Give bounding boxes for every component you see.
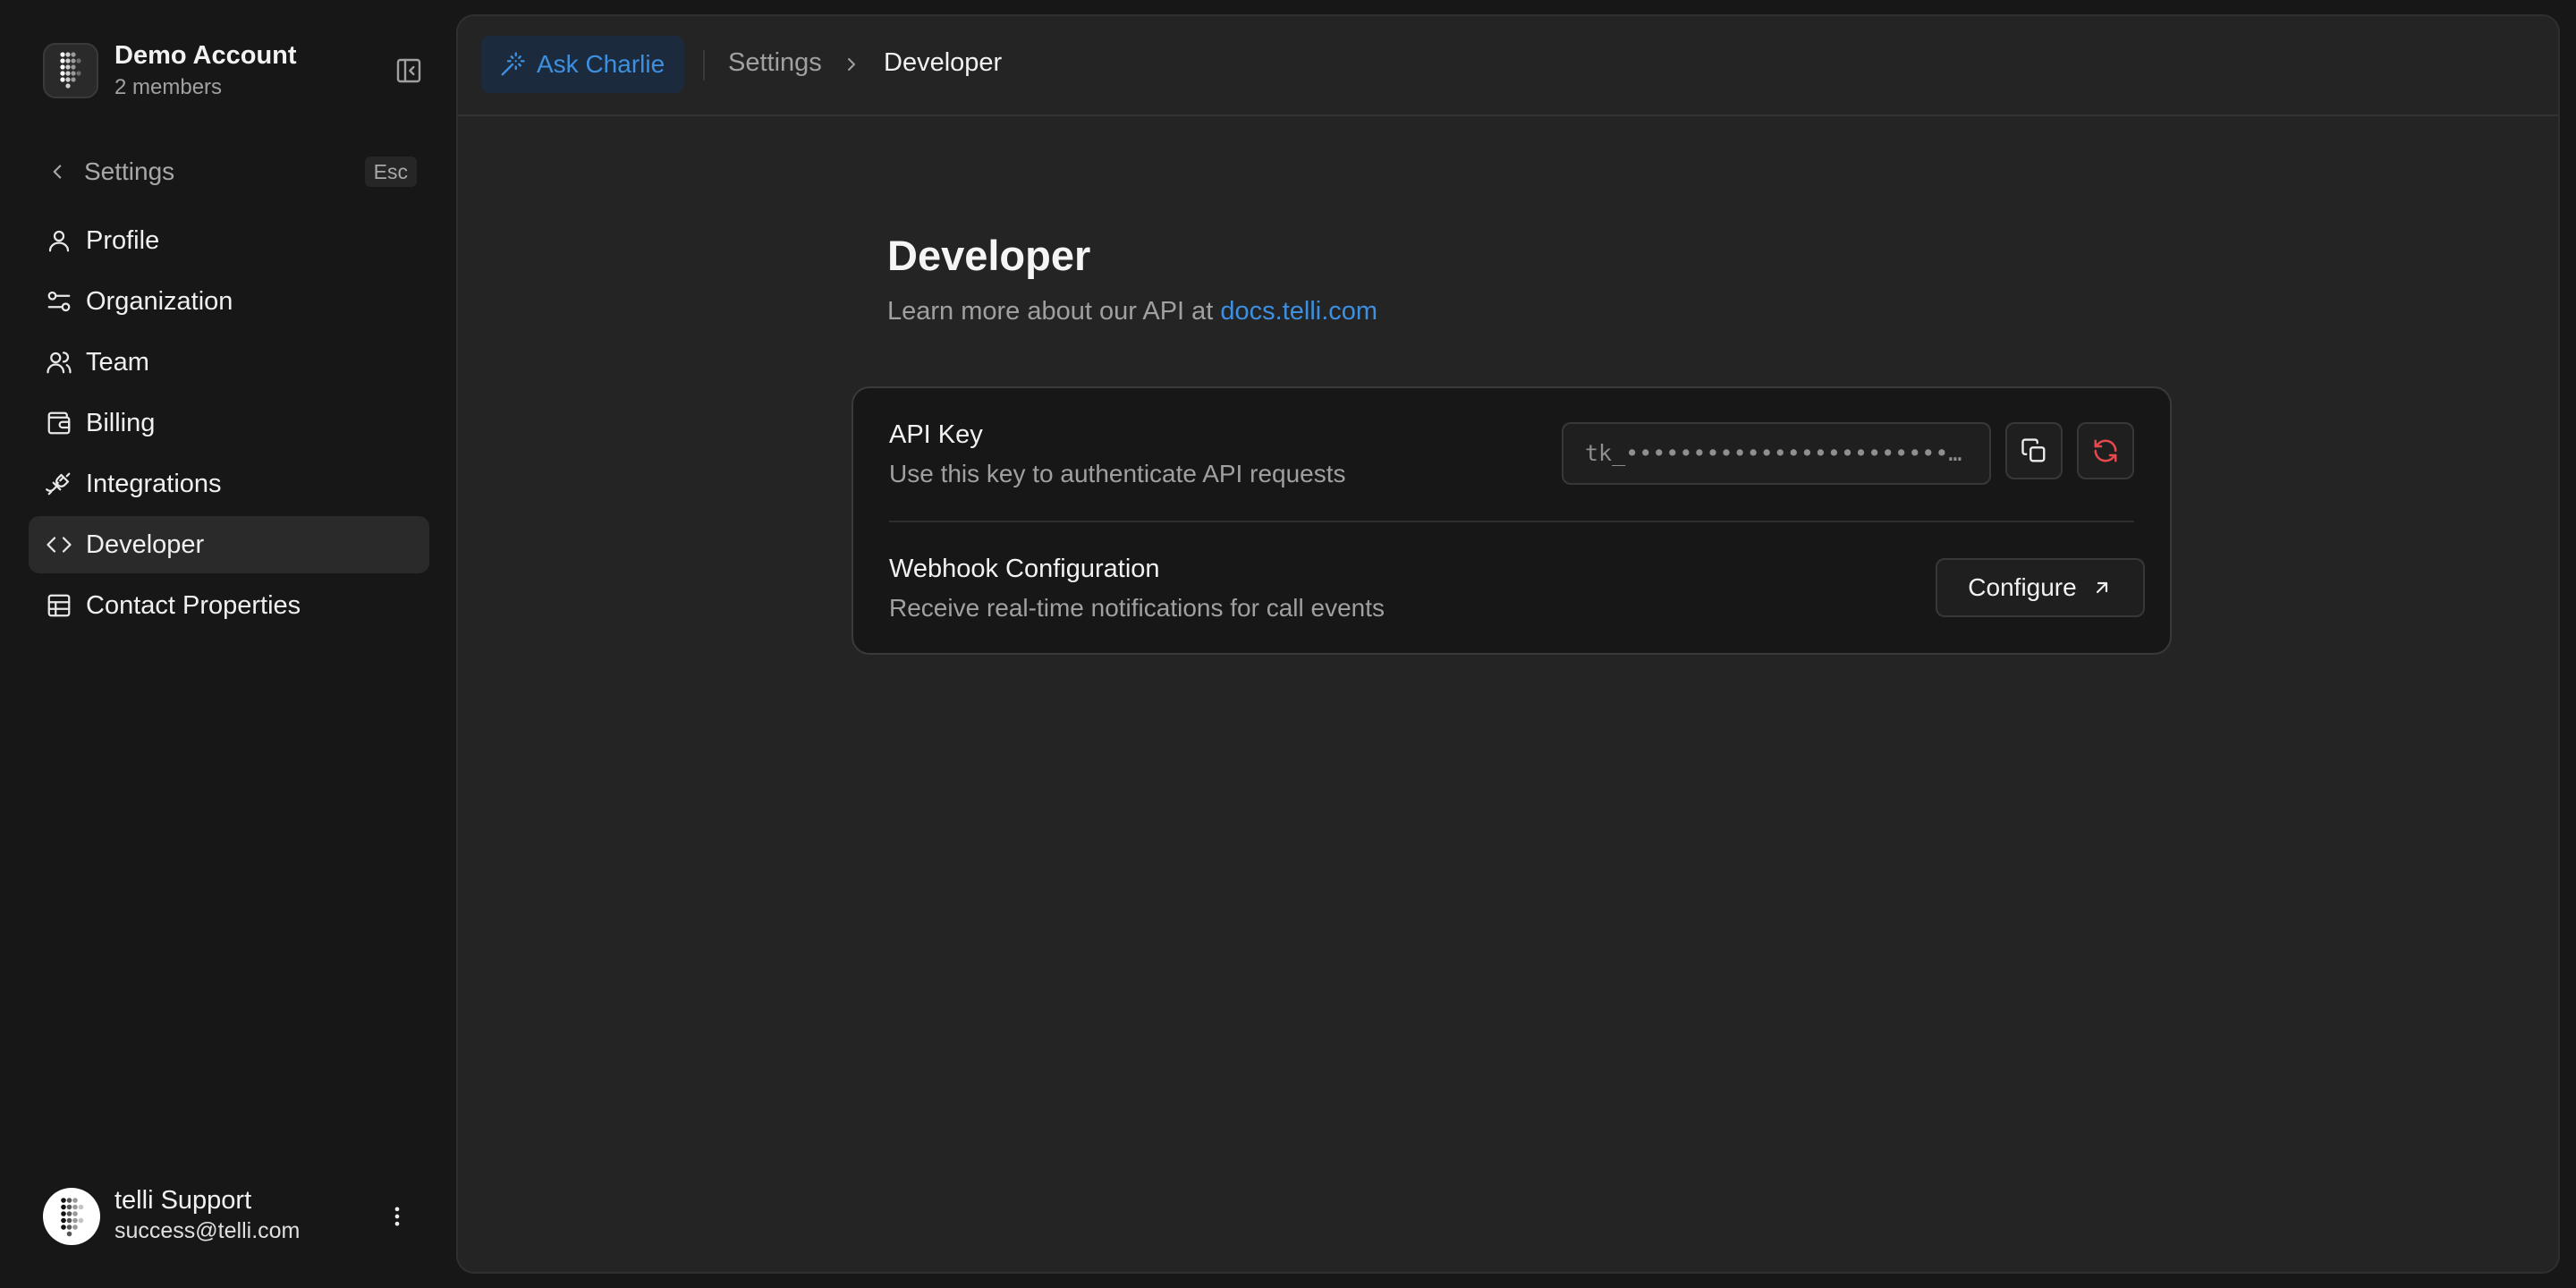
sidebar-item-team[interactable]: Team xyxy=(29,334,429,391)
regenerate-api-key-button[interactable] xyxy=(2077,422,2134,479)
code-icon xyxy=(41,527,77,563)
page-subtitle: Learn more about our API at docs.telli.c… xyxy=(887,297,1377,326)
user-name: telli Support xyxy=(114,1186,252,1215)
sidebar-item-label: Profile xyxy=(86,225,160,255)
api-key-field[interactable]: tk_•••••••••••••••••••••••••••• xyxy=(1562,422,1991,485)
telli-logo-icon xyxy=(43,43,98,98)
api-key-description: Use this key to authenticate API request… xyxy=(889,460,1346,487)
sidebar-item-label: Integrations xyxy=(86,469,222,498)
collapse-sidebar-button[interactable] xyxy=(386,48,431,93)
copy-api-key-button[interactable] xyxy=(2005,422,2063,479)
breadcrumb-current: Developer xyxy=(884,48,1003,77)
chevron-left-icon xyxy=(39,154,75,190)
webhook-title: Webhook Configuration xyxy=(889,555,1160,583)
user-menu-button[interactable] xyxy=(376,1195,419,1238)
ask-charlie-label: Ask Charlie xyxy=(537,50,665,78)
sidebar-item-profile[interactable]: Profile xyxy=(29,212,429,269)
account-name: Demo Account xyxy=(114,41,297,70)
wallet-icon xyxy=(41,405,77,441)
page-subtitle-text: Learn more about our API at xyxy=(887,297,1214,326)
sidebar: Demo Account 2 members Settings Esc Prof… xyxy=(0,0,454,1288)
avatar xyxy=(43,1188,100,1245)
sliders-icon xyxy=(41,284,77,319)
account-members-count: 2 members xyxy=(114,75,223,99)
page-title: Developer xyxy=(887,232,1091,279)
webhook-description: Receive real-time notifications for call… xyxy=(889,594,1385,622)
settings-back-button[interactable]: Settings Esc xyxy=(29,148,429,195)
sidebar-item-label: Contact Properties xyxy=(86,590,301,620)
configure-webhook-button[interactable]: Configure xyxy=(1936,558,2145,617)
card-divider xyxy=(889,521,2134,522)
settings-nav: Profile Organization Team Billing Integr… xyxy=(29,212,429,638)
sidebar-item-label: Developer xyxy=(86,530,205,559)
sidebar-item-contact-properties[interactable]: Contact Properties xyxy=(29,577,429,634)
chevron-right-icon xyxy=(837,48,866,80)
sidebar-item-label: Team xyxy=(86,347,149,377)
sidebar-item-integrations[interactable]: Integrations xyxy=(29,455,429,513)
arrow-up-right-icon xyxy=(2096,581,2107,594)
sidebar-item-label: Billing xyxy=(86,408,156,437)
topbar-divider xyxy=(703,50,705,80)
esc-shortcut-badge: Esc xyxy=(364,157,417,187)
sidebar-collapse-icon xyxy=(396,58,421,83)
docs-link[interactable]: docs.telli.com xyxy=(1220,297,1377,326)
breadcrumb-settings[interactable]: Settings xyxy=(728,48,822,78)
copy-icon xyxy=(2021,438,2046,462)
topbar: Ask Charlie Settings Developer xyxy=(458,16,2558,116)
main-panel: Ask Charlie Settings Developer Developer… xyxy=(456,14,2560,1274)
user-email: success@telli.com xyxy=(114,1218,301,1243)
settings-back-label: Settings xyxy=(84,157,175,185)
user-icon xyxy=(41,223,77,258)
table-icon xyxy=(41,588,77,623)
sidebar-item-organization[interactable]: Organization xyxy=(29,273,429,330)
sidebar-item-developer[interactable]: Developer xyxy=(29,516,429,573)
sidebar-item-billing[interactable]: Billing xyxy=(29,394,429,452)
users-icon xyxy=(41,344,77,380)
sidebar-item-label: Organization xyxy=(86,286,233,316)
developer-settings-card: API Key Use this key to authenticate API… xyxy=(852,386,2172,655)
ask-charlie-button[interactable]: Ask Charlie xyxy=(481,36,685,93)
configure-label: Configure xyxy=(1968,573,2077,601)
plug-icon xyxy=(41,466,77,502)
magic-wand-icon xyxy=(501,52,525,76)
api-key-title: API Key xyxy=(889,420,983,449)
user-profile[interactable]: telli Support success@telli.com xyxy=(43,1186,428,1247)
account-switcher[interactable]: Demo Account 2 members xyxy=(43,41,428,100)
more-vertical-icon xyxy=(394,1207,400,1226)
refresh-icon xyxy=(2094,439,2117,462)
